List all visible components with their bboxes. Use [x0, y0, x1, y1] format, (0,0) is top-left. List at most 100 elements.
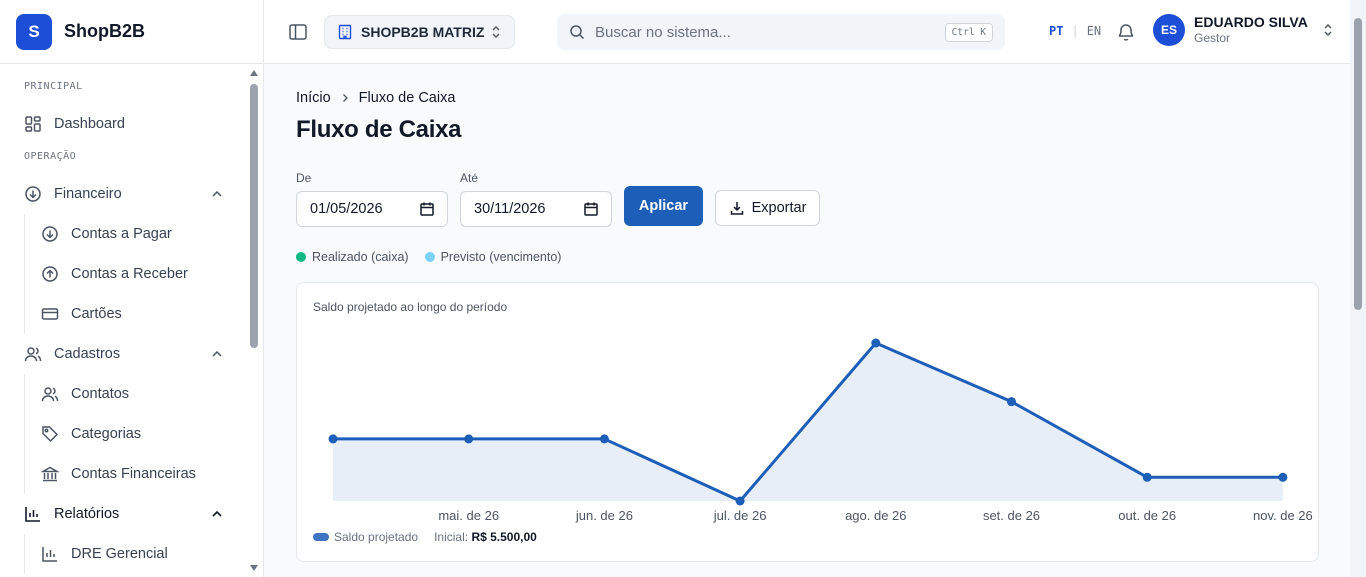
bank-icon — [41, 465, 59, 483]
sidebar-item-contas-receber[interactable]: Contas a Receber — [25, 254, 248, 294]
sidebar-item-label: Cartões — [71, 306, 122, 322]
sidebar-item-cartoes[interactable]: Cartões — [25, 294, 248, 334]
sidebar: S ShopB2B PRINCIPAL Dashboard OPERAÇÃO F… — [0, 0, 264, 577]
calendar-icon[interactable] — [419, 201, 435, 217]
search-icon — [570, 25, 585, 40]
chart-point[interactable] — [1142, 472, 1152, 482]
from-date-field: De 01/05/2026 — [296, 171, 448, 227]
page-title: Fluxo de Caixa — [296, 116, 462, 143]
company-name: SHOPB2B MATRIZ — [361, 24, 485, 40]
sidebar-scroll-thumb[interactable] — [250, 84, 258, 348]
balance-chart-card: Saldo projetado ao longo do período mai.… — [296, 282, 1319, 562]
sidebar-item-label: Contas Financeiras — [71, 466, 196, 482]
sidebar-scrollbar[interactable] — [247, 64, 263, 577]
search-input[interactable] — [595, 23, 945, 41]
brand-logo: S — [16, 13, 52, 50]
user-menu[interactable]: ES EDUARDO SILVA Gestor — [1153, 14, 1334, 46]
user-name: EDUARDO SILVA — [1194, 14, 1308, 31]
sidebar-item-label: DRE Gerencial — [71, 546, 168, 562]
sidebar-item-dashboard[interactable]: Dashboard — [0, 104, 248, 144]
apply-button[interactable]: Aplicar — [624, 186, 703, 226]
chart-point[interactable] — [735, 496, 745, 506]
series-swatch — [313, 533, 329, 541]
from-date-input[interactable]: 01/05/2026 — [296, 191, 448, 227]
chevron-up-icon[interactable] — [210, 187, 224, 201]
lang-pt[interactable]: PT — [1049, 24, 1063, 38]
chevrons-up-down-icon — [1324, 24, 1332, 36]
lang-en[interactable]: EN — [1087, 24, 1101, 38]
legend: Realizado (caixa) Previsto (vencimento) — [296, 250, 577, 264]
x-tick-label: set. de 26 — [983, 508, 1040, 523]
series-label: Saldo projetado — [334, 530, 419, 544]
chart-point[interactable] — [464, 434, 474, 444]
legend-label: Previsto (vencimento) — [440, 250, 562, 264]
legend-item-previsto[interactable]: Previsto (vencimento) — [424, 250, 562, 264]
user-role: Gestor — [1194, 31, 1231, 46]
sidebar-item-label: Categorias — [71, 426, 142, 442]
sidebar-nav: PRINCIPAL Dashboard OPERAÇÃO Financeiro … — [0, 64, 248, 577]
legend-label: Realizado (caixa) — [312, 250, 409, 264]
building-icon — [338, 24, 352, 40]
top-header: SHOPB2B MATRIZ Ctrl K PT | EN ES EDUARDO… — [264, 0, 1350, 64]
chart-point[interactable] — [1278, 472, 1288, 482]
export-label: Exportar — [751, 200, 807, 216]
scroll-up-arrow[interactable] — [250, 70, 258, 76]
calendar-icon[interactable] — [583, 201, 599, 217]
chart-point[interactable] — [871, 338, 881, 348]
chart-point[interactable] — [599, 434, 609, 444]
credit-card-icon — [41, 305, 59, 323]
bar-chart-icon — [24, 505, 42, 523]
company-selector[interactable]: SHOPB2B MATRIZ — [324, 15, 515, 49]
export-button[interactable]: Exportar — [715, 190, 820, 226]
legend-dot — [296, 252, 306, 262]
submenu-relatorios: DRE Gerencial — [24, 534, 248, 574]
brand[interactable]: S ShopB2B — [0, 0, 263, 64]
download-icon — [730, 202, 743, 215]
initial-label: Inicial: — [434, 530, 469, 544]
bar-chart-icon — [41, 545, 59, 563]
breadcrumb-home[interactable]: Início — [296, 90, 331, 106]
from-date-value: 01/05/2026 — [310, 201, 383, 217]
sidebar-item-label: Dashboard — [54, 116, 125, 132]
x-tick-label: mai. de 26 — [438, 508, 499, 523]
sidebar-item-categorias[interactable]: Categorias — [25, 414, 248, 454]
page-scrollbar[interactable] — [1350, 0, 1366, 577]
tag-icon — [41, 425, 59, 443]
search-box[interactable]: Ctrl K — [557, 14, 1005, 50]
user-info: EDUARDO SILVA Gestor — [1194, 14, 1308, 45]
sidebar-item-dre[interactable]: DRE Gerencial — [25, 534, 248, 574]
sidebar-item-relatorios[interactable]: Relatórios — [0, 494, 248, 534]
scroll-down-arrow[interactable] — [250, 565, 258, 571]
chevron-up-icon[interactable] — [210, 347, 224, 361]
from-date-label: De — [296, 171, 312, 185]
x-tick-label: jun. de 26 — [575, 508, 633, 523]
x-tick-label: out. de 26 — [1118, 508, 1176, 523]
arrow-down-circle-icon — [24, 185, 42, 203]
chevron-up-icon[interactable] — [210, 507, 224, 521]
legend-item-realizado[interactable]: Realizado (caixa) — [296, 250, 409, 264]
to-date-input[interactable]: 30/11/2026 — [460, 191, 612, 227]
to-date-value: 30/11/2026 — [474, 201, 546, 217]
submenu-cadastros: Contatos Categorias Contas Financeiras — [24, 374, 248, 494]
arrow-up-circle-icon — [41, 265, 59, 283]
sidebar-item-contatos[interactable]: Contatos — [25, 374, 248, 414]
sidebar-item-contas-financeiras[interactable]: Contas Financeiras — [25, 454, 248, 494]
avatar: ES — [1153, 14, 1185, 46]
submenu-financeiro: Contas a Pagar Contas a Receber Cartões — [24, 214, 248, 334]
page-scroll-thumb[interactable] — [1354, 18, 1362, 310]
initial-value: R$ 5.500,00 — [471, 530, 537, 544]
sidebar-toggle-icon[interactable] — [288, 22, 308, 42]
sidebar-item-label: Contas a Receber — [71, 266, 188, 282]
sidebar-item-label: Relatórios — [54, 506, 120, 522]
sidebar-item-contas-pagar[interactable]: Contas a Pagar — [25, 214, 248, 254]
section-label-principal: PRINCIPAL — [24, 81, 83, 92]
chart-footer: Saldo projetado Inicial: R$ 5.500,00 — [313, 530, 537, 544]
chart-point[interactable] — [328, 434, 338, 444]
chart-point[interactable] — [1007, 397, 1016, 407]
sidebar-item-financeiro[interactable]: Financeiro — [0, 174, 248, 214]
section-label-operacao: OPERAÇÃO — [24, 151, 77, 162]
x-tick-label: ago. de 26 — [845, 508, 906, 523]
bell-icon[interactable] — [1116, 22, 1136, 42]
sidebar-item-cadastros[interactable]: Cadastros — [0, 334, 248, 374]
balance-chart: mai. de 26 jun. de 26 jul. de 26 ago. de 26… — [328, 338, 1313, 523]
